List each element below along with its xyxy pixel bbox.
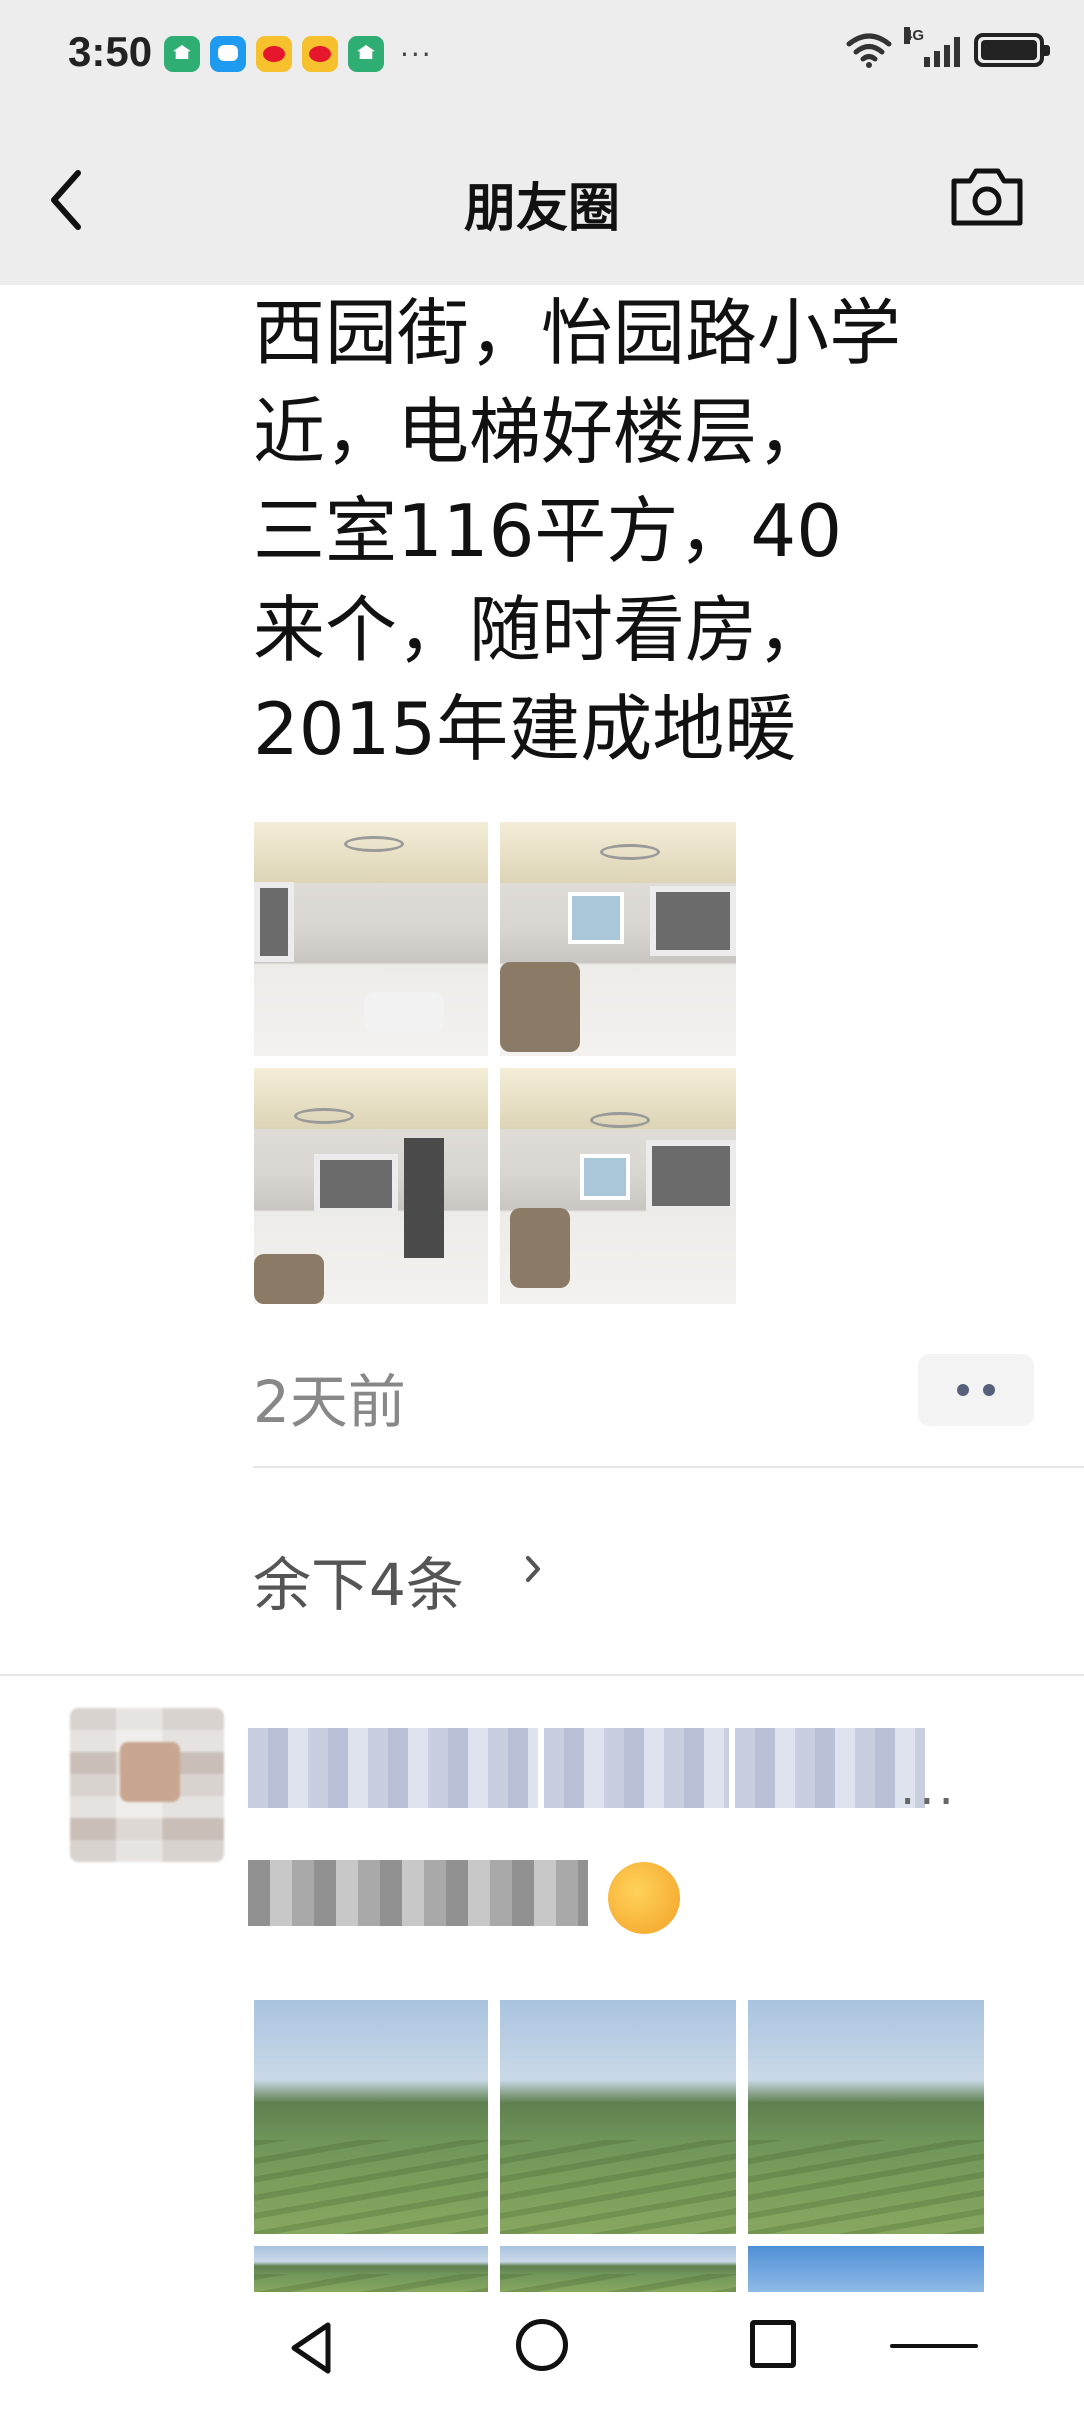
truncation-ellipsis: ... bbox=[900, 1760, 958, 1816]
post-image-3[interactable] bbox=[254, 1068, 488, 1304]
nav-recent-apps-icon[interactable] bbox=[750, 2320, 796, 2368]
home-app-icon bbox=[348, 36, 384, 72]
post-image-1[interactable] bbox=[254, 822, 488, 1056]
nav-back-icon[interactable] bbox=[288, 2320, 334, 2376]
weibo-icon bbox=[256, 36, 292, 72]
more-notifications: ··· bbox=[400, 37, 433, 71]
blurred-username[interactable] bbox=[248, 1728, 925, 1808]
emoji-icon bbox=[608, 1862, 680, 1934]
post-image-2[interactable] bbox=[500, 822, 736, 1056]
wifi-icon bbox=[846, 33, 892, 68]
cellular-signal-icon: 4G bbox=[904, 27, 960, 67]
clock: 3:50 bbox=[68, 28, 153, 75]
status-bar: 3:50 ··· 4G bbox=[0, 0, 1084, 110]
network-type: 4G bbox=[904, 27, 925, 44]
post-image-hill-5[interactable] bbox=[500, 2246, 736, 2292]
weibo-icon bbox=[302, 36, 338, 72]
show-remaining-link[interactable]: 余下4条 bbox=[253, 1538, 464, 1622]
home-app-icon bbox=[164, 36, 200, 72]
post-image-4[interactable] bbox=[500, 1068, 736, 1304]
system-icons: 4G bbox=[846, 27, 1050, 68]
divider bbox=[0, 1674, 1084, 1676]
battery-icon bbox=[974, 33, 1050, 67]
nav-home-icon[interactable] bbox=[516, 2319, 568, 2371]
post-image-hill-6[interactable] bbox=[748, 2246, 984, 2292]
blurred-post-text bbox=[248, 1860, 588, 1926]
post-timestamp: 2天前 bbox=[253, 1368, 406, 1436]
message-app-icon bbox=[210, 36, 246, 72]
chevron-right-icon bbox=[526, 1556, 540, 1582]
post-image-hill-1[interactable] bbox=[254, 2000, 488, 2234]
notification-icons: ··· bbox=[164, 36, 433, 72]
gesture-handle bbox=[890, 2344, 978, 2348]
post-text: 西园街，怡园路小学 近，电梯好楼层， 三室116平方，40 来个，随时看房， 2… bbox=[253, 291, 902, 771]
post-image-hill-4[interactable] bbox=[254, 2246, 488, 2292]
moments-header: 朋友圈 bbox=[0, 110, 1084, 285]
avatar[interactable] bbox=[70, 1708, 224, 1862]
divider bbox=[253, 1466, 1084, 1468]
post-image-hill-2[interactable] bbox=[500, 2000, 736, 2234]
system-nav-bar bbox=[0, 2292, 1084, 2412]
post-image-hill-3[interactable] bbox=[748, 2000, 984, 2234]
camera-button[interactable] bbox=[950, 165, 1024, 229]
page-title: 朋友圈 bbox=[463, 179, 620, 239]
comment-like-button[interactable] bbox=[918, 1354, 1034, 1426]
